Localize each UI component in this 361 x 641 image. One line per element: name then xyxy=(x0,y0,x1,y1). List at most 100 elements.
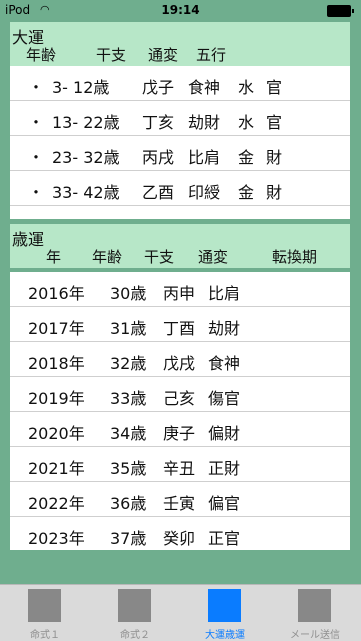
saiun-cell-age: 34歳 xyxy=(110,424,147,443)
daiun-cell-gogyo1: 水 xyxy=(238,113,255,132)
column-kanshi: 干支 xyxy=(144,248,175,266)
daiun-row[interactable]: ・ 33- 42歳 乙酉 印綬金財 xyxy=(10,171,350,206)
saiun-cell-tsuhen: 劫財 xyxy=(208,319,241,338)
tab-meishiki-2[interactable]: 命式２ xyxy=(90,585,180,641)
saiun-cell-kanshi: 丙申 xyxy=(163,284,196,303)
saiun-cell-kanshi: 壬寅 xyxy=(163,494,196,513)
saiun-cell-age: 36歳 xyxy=(110,494,147,513)
status-bar: iPod ◠ 19:14 xyxy=(0,0,361,20)
tab-daiun-saiun[interactable]: 大運歳運 xyxy=(180,585,270,641)
daiun-cell-age: 13- 22歳 xyxy=(52,113,120,132)
saiun-cell-tsuhen: 偏官 xyxy=(208,494,241,513)
tab-meishiki-1[interactable]: 命式１ xyxy=(0,585,90,641)
daiun-header: 大運 年齢 干支 通変 五行 xyxy=(10,22,350,66)
daiun-cell-kanshi: 丁亥 xyxy=(142,113,175,132)
column-kanshi: 干支 xyxy=(96,46,127,64)
saiun-cell-year: 2018年 xyxy=(28,354,85,373)
saiun-cell-year: 2023年 xyxy=(28,529,85,548)
saiun-cell-kanshi: 庚子 xyxy=(163,424,196,443)
daiun-cell-gogyo1: 金 xyxy=(238,183,255,202)
saiun-cell-year: 2020年 xyxy=(28,424,85,443)
saiun-row[interactable]: 2022年 36歳 壬寅 偏官 xyxy=(10,482,350,517)
tab-send-mail[interactable]: メール送信 xyxy=(270,585,360,641)
saiun-row[interactable]: 2018年 32歳 戊戌 食神 xyxy=(10,342,350,377)
daiun-column-headers: 年齢 干支 通変 五行 xyxy=(10,44,350,64)
tab-label: 命式１ xyxy=(30,630,60,641)
saiun-cell-year: 2022年 xyxy=(28,494,85,513)
column-age: 年齢 xyxy=(92,248,123,266)
saiun-row[interactable]: 2019年 33歳 己亥 傷官 xyxy=(10,377,350,412)
daiun-cell-tsuhen: 劫財 xyxy=(188,113,221,132)
daiun-cell-age: 33- 42歳 xyxy=(52,183,120,202)
clock: 19:14 xyxy=(161,3,200,17)
tab-bar: 命式１ 命式２ 大運歳運 メール送信 xyxy=(0,584,361,641)
saiun-cell-kanshi: 辛丑 xyxy=(163,459,196,478)
daiun-cell-age: 43- 52歳 xyxy=(52,214,120,219)
column-tsuhen: 通変 xyxy=(198,248,229,266)
daiun-cell-bullet: ・ xyxy=(28,183,45,202)
tab-label: 大運歳運 xyxy=(205,630,245,641)
saiun-cell-age: 35歳 xyxy=(110,459,147,478)
saiun-cell-age: 30歳 xyxy=(110,284,147,303)
daiun-row[interactable]: ・ 3- 12歳 戊子 食神水官 xyxy=(10,66,350,101)
tab-square-icon xyxy=(208,589,241,622)
column-age: 年齢 xyxy=(26,46,57,64)
daiun-cell-tsuhen: 比肩 xyxy=(188,148,221,167)
saiun-row[interactable]: 2016年 30歳 丙申 比肩 xyxy=(10,272,350,307)
saiun-cell-tsuhen: 比肩 xyxy=(208,284,241,303)
column-year: 年 xyxy=(46,248,62,266)
tab-label: メール送信 xyxy=(290,630,340,641)
saiun-cell-tsuhen: 食神 xyxy=(208,354,241,373)
daiun-cell-kanshi: 乙酉 xyxy=(142,183,175,202)
daiun-cell-tsuhen: 食神 xyxy=(188,78,221,97)
saiun-cell-kanshi: 丁酉 xyxy=(163,319,196,338)
daiun-cell-gogyo2: 財 xyxy=(266,214,282,219)
saiun-cell-age: 37歳 xyxy=(110,529,147,548)
saiun-column-headers: 年 年齢 干支 通変 転換期 xyxy=(10,246,350,266)
saiun-row[interactable]: 2021年 35歳 辛丑 正財 xyxy=(10,447,350,482)
daiun-cell-gogyo2: 財 xyxy=(266,148,283,167)
daiun-cell-kanshi: 丙戌 xyxy=(142,148,175,167)
daiun-row[interactable]: ・ 13- 22歳 丁亥 劫財水官 xyxy=(10,101,350,136)
saiun-cell-year: 2017年 xyxy=(28,319,85,338)
battery-icon xyxy=(327,5,354,17)
daiun-list[interactable]: ・ 3- 12歳 戊子 食神水官・ 13- 22歳 丁亥 劫財水官・ 23- 32歳 丙戌 比肩金… xyxy=(10,66,350,219)
saiun-cell-tsuhen: 正財 xyxy=(208,459,241,478)
saiun-cell-age: 32歳 xyxy=(110,354,147,373)
tab-square-icon xyxy=(298,589,331,622)
daiun-row[interactable]: ・ 43- 52歳 甲申 偏印 金 財 xyxy=(10,206,350,219)
daiun-cell-bullet: ・ xyxy=(28,113,45,132)
saiun-cell-kanshi: 癸卯 xyxy=(163,529,196,548)
saiun-row[interactable]: 2017年 31歳 丁酉 劫財 xyxy=(10,307,350,342)
daiun-cell-bullet: ・ xyxy=(28,214,44,219)
daiun-cell-bullet: ・ xyxy=(28,78,45,97)
daiun-cell-gogyo1: 水 xyxy=(238,78,255,97)
column-gogyo: 五行 xyxy=(196,46,227,64)
daiun-cell-kanshi: 戊子 xyxy=(142,78,175,97)
tab-square-icon xyxy=(28,589,61,622)
saiun-cell-kanshi: 戊戌 xyxy=(163,354,196,373)
column-tsuhen: 通変 xyxy=(148,46,179,64)
saiun-list[interactable]: 2016年 30歳 丙申 比肩 2017年 31歳 丁酉 劫財 2018年 32歳 戊戌 食神 2019… xyxy=(10,272,350,550)
saiun-cell-tsuhen: 傷官 xyxy=(208,389,241,408)
daiun-cell-gogyo1: 金 xyxy=(238,148,255,167)
saiun-cell-age: 31歳 xyxy=(110,319,147,338)
saiun-cell-year: 2016年 xyxy=(28,284,85,303)
daiun-cell-gogyo2: 財 xyxy=(266,183,283,202)
saiun-cell-tsuhen: 偏財 xyxy=(208,424,241,443)
daiun-cell-age: 23- 32歳 xyxy=(52,148,120,167)
daiun-cell-gogyo2: 官 xyxy=(266,78,283,97)
saiun-row[interactable]: 2023年 37歳 癸卯 正官 xyxy=(10,517,350,550)
tab-label: 命式２ xyxy=(120,630,150,641)
saiun-cell-age: 33歳 xyxy=(110,389,147,408)
saiun-row[interactable]: 2020年 34歳 庚子 偏財 xyxy=(10,412,350,447)
column-turning-point: 転換期 xyxy=(272,248,318,266)
daiun-cell-gogyo2: 官 xyxy=(266,113,283,132)
daiun-cell-tsuhen: 偏印 xyxy=(188,214,220,219)
saiun-cell-year: 2021年 xyxy=(28,459,85,478)
daiun-cell-tsuhen: 印綬 xyxy=(188,183,221,202)
daiun-row[interactable]: ・ 23- 32歳 丙戌 比肩金財 xyxy=(10,136,350,171)
daiun-cell-age: 3- 12歳 xyxy=(52,78,110,97)
saiun-cell-kanshi: 己亥 xyxy=(163,389,196,408)
daiun-cell-bullet: ・ xyxy=(28,148,45,167)
